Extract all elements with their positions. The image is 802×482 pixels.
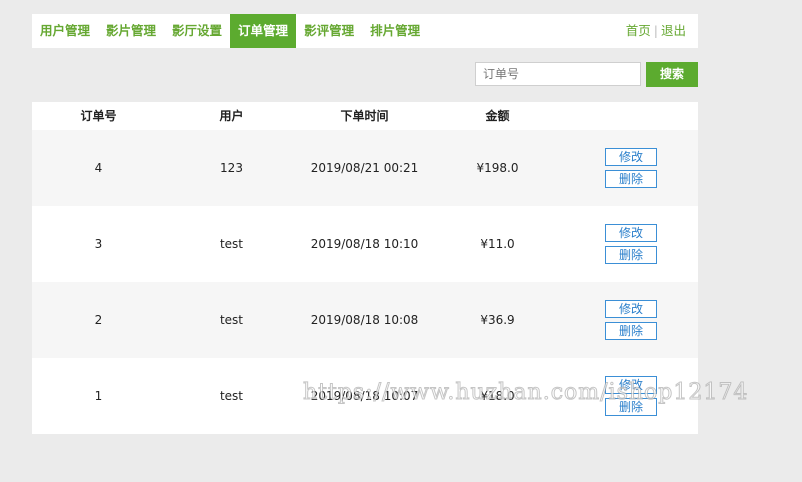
cell-user: 123: [220, 161, 243, 175]
tab-movie-management[interactable]: 影片管理: [98, 14, 164, 48]
nav-links: 首页 | 退出: [626, 14, 686, 48]
cell-amount: ¥18.0: [480, 389, 515, 403]
table-row: 3 test 2019/08/18 10:10 ¥11.0 修改 删除: [32, 206, 698, 282]
tab-user-management[interactable]: 用户管理: [32, 14, 98, 48]
header-actions: [564, 102, 698, 130]
table-row: 4 123 2019/08/21 00:21 ¥198.0 修改 删除: [32, 130, 698, 206]
cell-amount: ¥36.9: [480, 313, 515, 327]
cell-amount: ¥198.0: [476, 161, 519, 175]
home-link[interactable]: 首页: [626, 23, 651, 38]
cell-actions: 修改 删除: [564, 300, 698, 340]
search-button[interactable]: 搜索: [646, 62, 698, 87]
edit-button[interactable]: 修改: [605, 224, 657, 242]
cell-order-time: 2019/08/18 10:10: [310, 237, 419, 251]
cell-order-id: 1: [94, 389, 103, 403]
tab-order-management[interactable]: 订单管理: [230, 14, 297, 48]
tab-hall-settings[interactable]: 影厅设置: [164, 14, 230, 48]
edit-button[interactable]: 修改: [605, 148, 657, 166]
cell-order-id: 4: [94, 161, 103, 175]
cell-order-time: 2019/08/18 10:07: [310, 389, 419, 403]
delete-button[interactable]: 删除: [605, 246, 657, 264]
tab-review-management[interactable]: 影评管理: [296, 14, 362, 48]
header-user: 用户: [219, 109, 244, 123]
cell-user: test: [219, 389, 244, 403]
nav-separator: |: [653, 23, 658, 38]
header-order-time: 下单时间: [340, 109, 389, 123]
cell-actions: 修改 删除: [564, 376, 698, 416]
edit-button[interactable]: 修改: [605, 376, 657, 394]
order-search-input[interactable]: [475, 62, 641, 86]
header-order-id: 订单号: [80, 109, 117, 123]
edit-button[interactable]: 修改: [605, 300, 657, 318]
cell-order-id: 3: [94, 237, 103, 251]
cell-order-time: 2019/08/18 10:08: [310, 313, 419, 327]
cell-actions: 修改 删除: [564, 224, 698, 264]
header-amount: 金额: [485, 109, 510, 123]
cell-actions: 修改 删除: [564, 148, 698, 188]
table-header: 订单号 用户 下单时间 金额: [32, 102, 698, 130]
delete-button[interactable]: 删除: [605, 322, 657, 340]
tab-schedule-management[interactable]: 排片管理: [362, 14, 428, 48]
table-row: 1 test 2019/08/18 10:07 ¥18.0 修改 删除: [32, 358, 698, 434]
cell-amount: ¥11.0: [480, 237, 515, 251]
top-nav: 用户管理 影片管理 影厅设置 订单管理 影评管理 排片管理 首页 | 退出: [32, 14, 698, 48]
table-row: 2 test 2019/08/18 10:08 ¥36.9 修改 删除: [32, 282, 698, 358]
cell-user: test: [219, 313, 244, 327]
logout-link[interactable]: 退出: [661, 23, 686, 38]
delete-button[interactable]: 删除: [605, 398, 657, 416]
cell-order-time: 2019/08/21 00:21: [310, 161, 419, 175]
nav-tabs: 用户管理 影片管理 影厅设置 订单管理 影评管理 排片管理: [32, 14, 428, 48]
delete-button[interactable]: 删除: [605, 170, 657, 188]
cell-user: test: [219, 237, 244, 251]
cell-order-id: 2: [94, 313, 103, 327]
orders-table: 订单号 用户 下单时间 金额 4 123 2019/08/21 00:21 ¥1…: [32, 102, 698, 434]
